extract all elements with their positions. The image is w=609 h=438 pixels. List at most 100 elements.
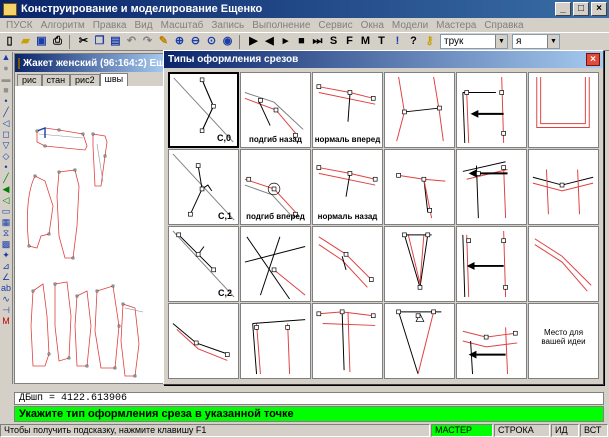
seam-type-cell[interactable] <box>384 303 455 379</box>
play-icon[interactable]: ▶ <box>246 34 261 49</box>
seam-type-cell[interactable] <box>312 226 383 302</box>
zoom-all-icon[interactable]: ◉ <box>220 34 235 49</box>
fold-tool-icon[interactable]: ▽ <box>0 140 12 151</box>
element-type-combo[interactable]: трук ▼ <box>440 34 508 49</box>
tab-ris[interactable]: рис <box>17 74 42 86</box>
rect-tool-icon[interactable]: ■ <box>0 85 12 96</box>
menu-item-wizards[interactable]: Мастера <box>432 20 480 31</box>
info-icon[interactable]: ! <box>390 34 405 49</box>
seam-type-cell[interactable] <box>384 149 455 225</box>
open-icon[interactable]: ▰ <box>18 34 33 49</box>
seam-type-cell[interactable]: нормаль вперед <box>312 72 383 148</box>
close-button[interactable]: × <box>591 2 607 16</box>
seam-type-cell[interactable] <box>528 149 599 225</box>
point-tool-icon[interactable]: • <box>0 96 12 107</box>
curve-tool-icon[interactable]: ∿ <box>0 294 12 305</box>
seam-type-cell[interactable] <box>528 226 599 302</box>
cut-tool-icon[interactable]: ◇ <box>0 151 12 162</box>
key-icon[interactable]: ⚷ <box>422 34 437 49</box>
pattern-canvas[interactable] <box>15 86 165 383</box>
print-icon[interactable]: ⎙ <box>50 34 65 49</box>
seam-type-cell[interactable] <box>456 72 527 148</box>
mark-tool-icon[interactable]: ▭ <box>0 206 12 217</box>
step-back-icon[interactable]: ◀ <box>262 34 277 49</box>
seam-type-cell[interactable] <box>240 303 311 379</box>
hourglass-tool-icon[interactable]: ⧖ <box>0 228 12 239</box>
undo-icon[interactable]: ↶ <box>124 34 139 49</box>
seam-type-custom-slot[interactable]: Место для вашей идеи <box>528 303 599 379</box>
angle-tool-icon[interactable]: ∠ <box>0 272 12 283</box>
menu-item-view[interactable]: Вид <box>130 20 156 31</box>
measure-tool-icon[interactable]: ⊿ <box>0 261 12 272</box>
menu-item-help[interactable]: Справка <box>480 20 527 31</box>
seam-type-cell[interactable]: C,2 <box>168 226 239 302</box>
help-icon[interactable]: ? <box>406 34 421 49</box>
zoom-out-icon[interactable]: ⊖ <box>188 34 203 49</box>
skip-end-icon[interactable]: ⏭ <box>310 34 325 49</box>
chevron-down-icon[interactable]: ▼ <box>495 35 507 48</box>
stop-icon[interactable]: ■ <box>294 34 309 49</box>
seam-type-cell[interactable]: нормаль назад <box>312 149 383 225</box>
menu-item-algorithm[interactable]: Алгоритм <box>37 20 89 31</box>
toolbar-f-button[interactable]: F <box>342 34 357 49</box>
chevron-down-icon[interactable]: ▼ <box>547 35 559 48</box>
model-tool-icon[interactable]: M <box>0 316 12 327</box>
arc-tool-icon[interactable]: ◁ <box>0 118 12 129</box>
zoom-window-icon[interactable]: ⊙ <box>204 34 219 49</box>
step-forward-icon[interactable]: ▸ <box>278 34 293 49</box>
seam-type-cell[interactable] <box>168 303 239 379</box>
seam-type-cell[interactable] <box>384 226 455 302</box>
menu-item-windows[interactable]: Окна <box>357 20 388 31</box>
maximize-button[interactable]: □ <box>573 2 589 16</box>
copy-icon[interactable]: ❐ <box>92 34 107 49</box>
menu-item-scale[interactable]: Масштаб <box>157 20 208 31</box>
pencil-icon[interactable]: ✎ <box>156 34 171 49</box>
circle-tool-icon[interactable]: ● <box>0 63 12 74</box>
toolbar-s-button[interactable]: S <box>326 34 341 49</box>
seam-type-cell[interactable] <box>312 303 383 379</box>
menu-item-service[interactable]: Сервис <box>314 20 356 31</box>
menu-item-record[interactable]: Запись <box>207 20 248 31</box>
flip-tool-icon[interactable]: ◁ <box>0 195 12 206</box>
seam-type-cell[interactable] <box>456 226 527 302</box>
seam-type-cell[interactable] <box>384 72 455 148</box>
mirror-tool-icon[interactable]: ◀ <box>0 184 12 195</box>
tab-ris2[interactable]: рис2 <box>70 74 100 86</box>
seam-type-cell[interactable] <box>456 303 527 379</box>
toolbar-t-button[interactable]: T <box>374 34 389 49</box>
menu-item-models[interactable]: Модели <box>388 20 432 31</box>
pin-tool-icon[interactable]: ✦ <box>0 250 12 261</box>
tab-shvy[interactable]: швы <box>99 73 129 86</box>
minimize-button[interactable]: _ <box>555 2 571 16</box>
zoom-in-icon[interactable]: ⊕ <box>172 34 187 49</box>
seam-type-cell[interactable]: подгиб назад <box>240 72 311 148</box>
toolbar-m-button[interactable]: M <box>358 34 373 49</box>
group-tool-icon[interactable]: ▩ <box>0 239 12 250</box>
grid-tool-icon[interactable]: ▦ <box>0 217 12 228</box>
pointer-tool-icon[interactable]: ▲ <box>0 52 12 63</box>
dialog-close-icon[interactable]: × <box>586 53 600 66</box>
dim-tool-icon[interactable]: ⊣ <box>0 305 12 316</box>
menu-item-start[interactable]: ПУСК <box>2 20 37 31</box>
dart-tool-icon[interactable]: ◻ <box>0 129 12 140</box>
new-file-icon[interactable]: ▯ <box>2 34 17 49</box>
seam-type-cell[interactable] <box>528 72 599 148</box>
paste-icon[interactable]: ▤ <box>108 34 123 49</box>
redo-icon[interactable]: ↷ <box>140 34 155 49</box>
seam-type-cell[interactable]: C,1 <box>168 149 239 225</box>
dot-tool-icon[interactable]: • <box>0 162 12 173</box>
save-icon[interactable]: ▣ <box>34 34 49 49</box>
seam-type-cell[interactable] <box>456 149 527 225</box>
rotate-tool-icon[interactable]: ╱ <box>0 173 12 184</box>
layer-combo[interactable]: я ▼ <box>512 34 560 49</box>
seam-type-cell[interactable]: C,0 <box>168 72 239 148</box>
menu-item-edit[interactable]: Правка <box>89 20 131 31</box>
ellipse-tool-icon[interactable]: ▬ <box>0 74 12 85</box>
seam-type-cell[interactable] <box>240 226 311 302</box>
menu-item-run[interactable]: Выполнение <box>248 20 314 31</box>
cut-icon[interactable]: ✂ <box>76 34 91 49</box>
text-tool-icon[interactable]: ab <box>0 283 12 294</box>
line-tool-icon[interactable]: ╱ <box>0 107 12 118</box>
seam-type-cell[interactable]: подгиб вперед <box>240 149 311 225</box>
tab-stan[interactable]: стан <box>41 74 71 86</box>
